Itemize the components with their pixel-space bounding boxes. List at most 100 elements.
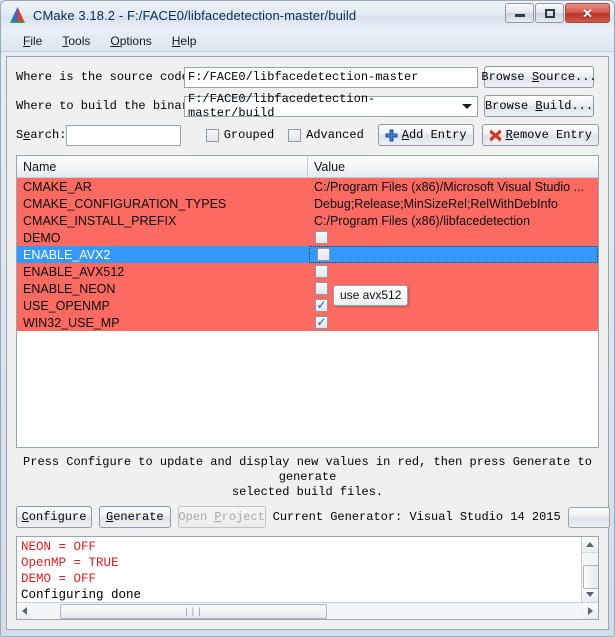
client-area: Where is the source code: F:/FACE0/libfa… <box>6 56 610 630</box>
plus-icon <box>385 129 398 142</box>
table-row[interactable]: CMAKE_AR C:/Program Files (x86)/Microsoft… <box>17 178 598 195</box>
scroll-left-icon <box>22 607 27 615</box>
cell-checkbox[interactable] <box>315 231 328 244</box>
output-log-pane[interactable]: NEON = OFF OpenMP = TRUE DEMO = OFF Configu… <box>16 536 599 620</box>
log-line: NEON = OFF <box>21 540 97 554</box>
table-row[interactable]: ENABLE_AVX2 <box>17 246 598 263</box>
scroll-left-button[interactable] <box>17 603 32 619</box>
grouped-label: Grouped <box>223 128 275 142</box>
window-controls: ✕ <box>505 3 610 23</box>
search-label: Search: <box>16 128 67 142</box>
add-entry-button[interactable]: Add Entry <box>377 124 474 146</box>
cell-value[interactable]: C:/Program Files (x86)/Microsoft Visual … <box>308 178 598 195</box>
cell-checkbox[interactable] <box>315 265 328 278</box>
source-label: Where is the source code: <box>16 70 197 84</box>
close-button[interactable]: ✕ <box>565 3 610 23</box>
browse-build-button[interactable]: Browse Build... <box>484 95 594 117</box>
cell-value[interactable] <box>308 229 598 246</box>
menu-item-options[interactable]: Options <box>100 32 161 50</box>
log-line: OpenMP = TRUE <box>21 556 119 570</box>
menu-item-tools[interactable]: Tools <box>52 32 100 50</box>
cell-name: WIN32_USE_MP <box>23 315 120 330</box>
hscroll-thumb[interactable]: ||| <box>60 604 327 619</box>
restore-icon <box>544 8 555 18</box>
source-input[interactable]: F:/FACE0/libfacedetection-master <box>184 66 478 88</box>
log-horizontal-scrollbar[interactable]: ||| <box>17 602 598 619</box>
vscroll-thumb[interactable] <box>583 565 598 589</box>
progress-bar <box>567 506 610 528</box>
table-row[interactable]: ENABLE_AVX512 <box>17 263 598 280</box>
cell-value[interactable]: Debug;Release;MinSizeRel;RelWithDebInfo <box>308 195 598 212</box>
x-icon <box>489 128 502 142</box>
table-row[interactable]: WIN32_USE_MP <box>17 314 598 331</box>
advanced-checkbox[interactable]: Advanced <box>288 128 364 142</box>
table-row[interactable]: ENABLE_NEON <box>17 280 598 297</box>
table-body: CMAKE_AR C:/Program Files (x86)/Microsoft… <box>17 178 598 331</box>
remove-entry-button[interactable]: Remove Entry <box>481 124 599 146</box>
tooltip: use avx512 <box>333 285 409 306</box>
log-line: Configuring done <box>21 588 142 602</box>
cmake-gui-window: CMake 3.18.2 - F:/FACE0/libfacedetection… <box>0 0 615 637</box>
source-row: Where is the source code: F:/FACE0/libfa… <box>16 65 599 89</box>
log-vertical-scrollbar[interactable] <box>581 537 598 602</box>
table-row[interactable]: CMAKE_INSTALL_PREFIX C:/Program Files (x8… <box>17 212 598 229</box>
scroll-down-icon <box>586 592 594 597</box>
minimize-button[interactable] <box>505 3 534 23</box>
hscroll-grip-icon: ||| <box>183 606 204 617</box>
title-bar: CMake 3.18.2 - F:/FACE0/libfacedetection… <box>1 1 614 30</box>
hint-line-2: selected build files. <box>231 485 384 499</box>
cell-value[interactable] <box>308 314 598 331</box>
column-header-name[interactable]: Name <box>17 156 308 177</box>
build-row: Where to build the binaries: F:/FACE0/li… <box>16 92 599 120</box>
scroll-up-button[interactable] <box>582 537 598 553</box>
configure-button[interactable]: Configure <box>16 506 92 528</box>
cell-name: ENABLE_NEON <box>23 281 116 296</box>
hscroll-track[interactable]: ||| <box>32 603 583 619</box>
cache-variables-table[interactable]: Name Value CMAKE_AR C:/Program Files (x86… <box>16 155 599 448</box>
close-icon: ✕ <box>582 5 593 21</box>
search-row: Search: Grouped Advanced Add Entry Remov… <box>16 123 599 147</box>
open-project-button: Open Project <box>177 506 266 528</box>
cell-name: ENABLE_AVX2 <box>23 247 111 262</box>
log-text: NEON = OFF OpenMP = TRUE DEMO = OFF Configu… <box>17 537 581 602</box>
cell-name: CMAKE_CONFIGURATION_TYPES <box>23 196 227 211</box>
menu-item-file[interactable]: File <box>13 32 52 50</box>
maximize-button[interactable] <box>535 3 564 23</box>
cell-checkbox[interactable] <box>315 282 328 295</box>
configure-hint: Press Configure to update and display ne… <box>7 448 608 504</box>
scroll-right-icon <box>588 607 593 615</box>
advanced-checkbox-box[interactable] <box>288 128 302 142</box>
generate-button[interactable]: Generate <box>99 506 171 528</box>
cell-value[interactable] <box>308 263 598 280</box>
column-header-value[interactable]: Value <box>308 156 598 177</box>
table-row[interactable]: USE_OPENMP <box>17 297 598 314</box>
cell-value[interactable]: C:/Program Files (x86)/libfacedetection <box>308 212 598 229</box>
browse-source-button[interactable]: Browse Source... <box>481 66 597 88</box>
window-title: CMake 3.18.2 - F:/FACE0/libfacedetection… <box>33 8 357 23</box>
paths-form: Where is the source code: F:/FACE0/libfa… <box>7 57 608 152</box>
menu-bar: File Tools Options Help <box>1 30 614 52</box>
search-input[interactable] <box>66 124 181 146</box>
cell-checkbox[interactable] <box>315 299 328 312</box>
cell-name: CMAKE_INSTALL_PREFIX <box>23 213 177 228</box>
cell-checkbox[interactable] <box>317 248 330 261</box>
log-line: DEMO = OFF <box>21 572 97 586</box>
menu-item-help[interactable]: Help <box>162 32 207 50</box>
vscroll-track[interactable] <box>582 553 598 589</box>
minimize-icon <box>514 14 525 17</box>
action-row: Configure Generate Open Project Current … <box>7 504 610 530</box>
chevron-down-icon[interactable] <box>462 104 472 109</box>
table-row[interactable]: DEMO <box>17 229 598 246</box>
cell-name: ENABLE_AVX512 <box>23 264 125 279</box>
table-row[interactable]: CMAKE_CONFIGURATION_TYPES Debug;Release;M… <box>17 195 598 212</box>
cell-name: CMAKE_AR <box>23 179 92 194</box>
cell-value[interactable] <box>309 246 598 263</box>
scroll-right-button[interactable] <box>583 603 598 619</box>
build-input[interactable]: F:/FACE0/libfacedetection-master/build <box>184 92 478 120</box>
log-body: NEON = OFF OpenMP = TRUE DEMO = OFF Configu… <box>17 537 598 602</box>
cell-checkbox[interactable] <box>315 316 328 329</box>
cell-name: USE_OPENMP <box>23 298 110 313</box>
grouped-checkbox[interactable]: Grouped <box>205 128 275 142</box>
cell-name: DEMO <box>23 230 61 245</box>
grouped-checkbox-box[interactable] <box>205 128 219 142</box>
